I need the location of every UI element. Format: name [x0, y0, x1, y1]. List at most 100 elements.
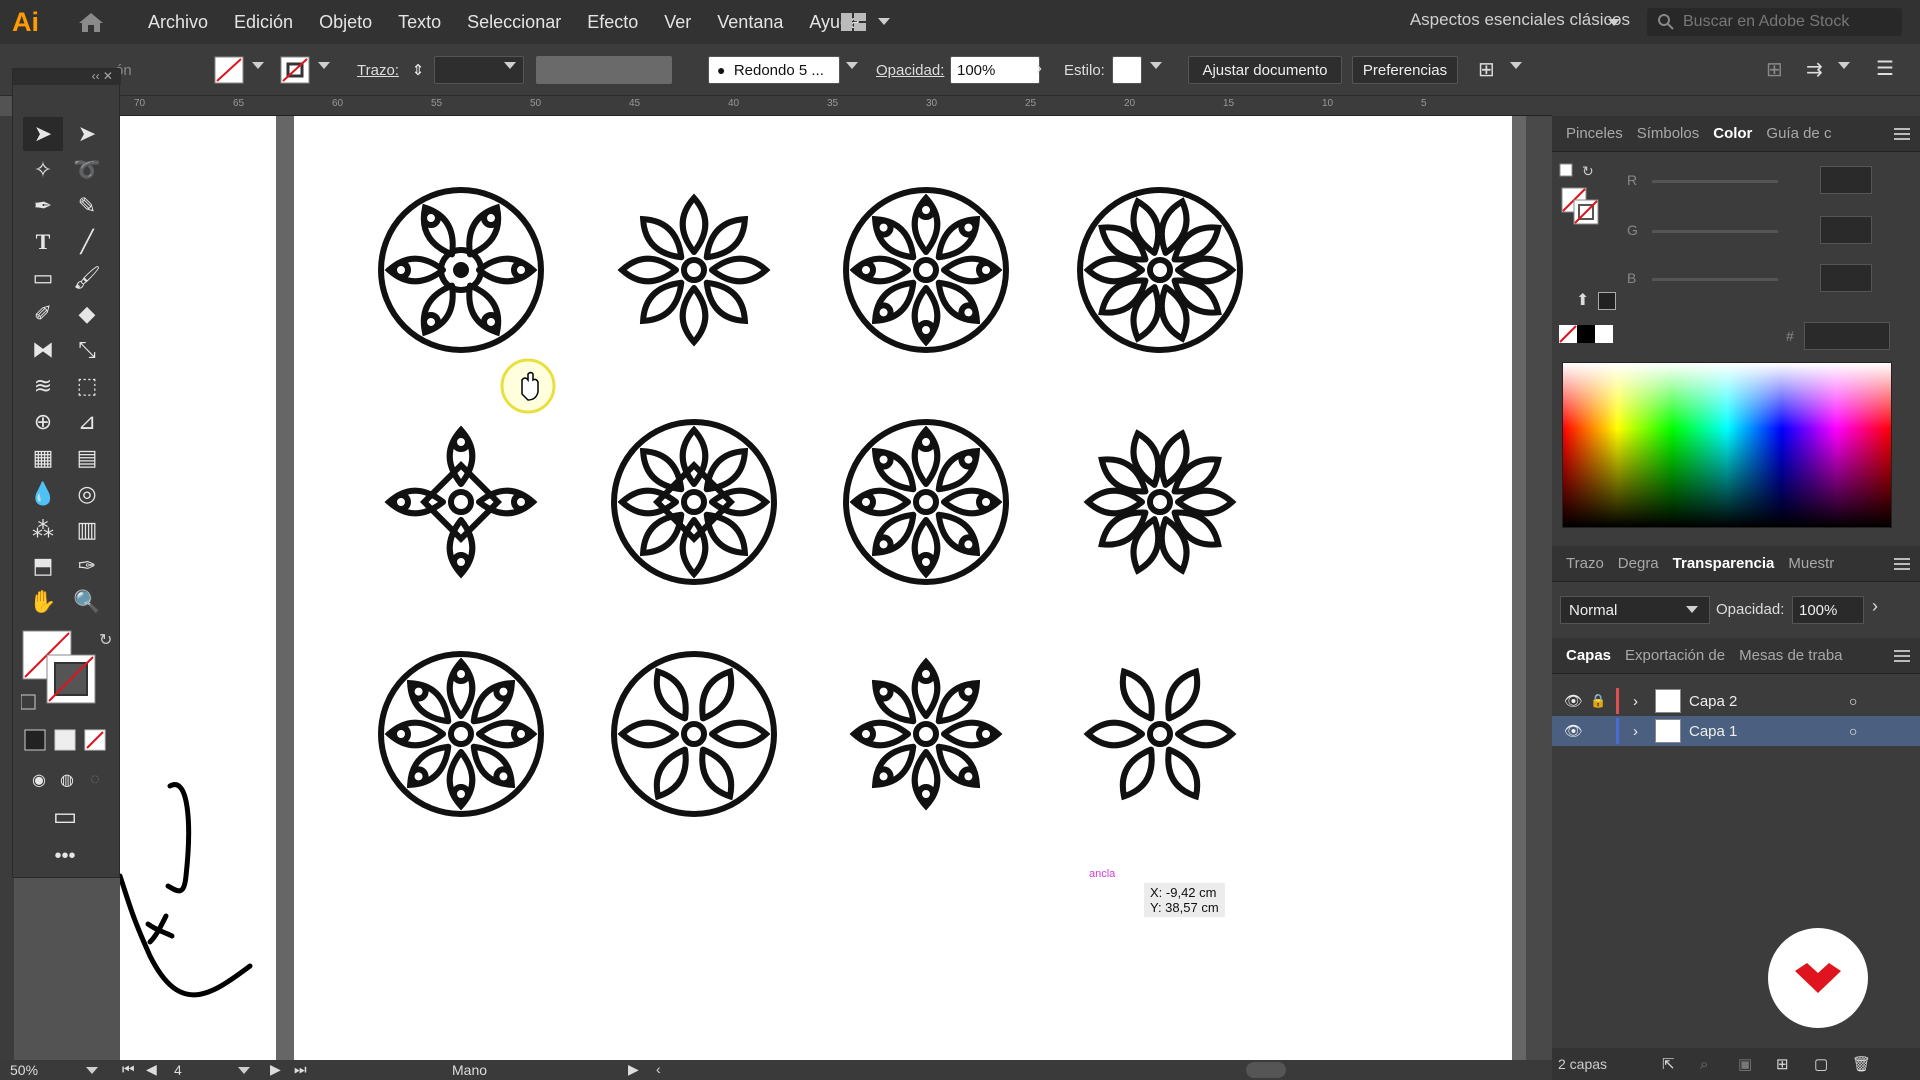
menu-seleccionar[interactable]: Seleccionar: [467, 12, 561, 33]
chevron-down-icon[interactable]: [1838, 62, 1850, 69]
panel-menu-icon[interactable]: [1894, 650, 1910, 662]
artboard-main[interactable]: X: -9,42 cm Y: 38,57 cm ancla: [294, 116, 1512, 1060]
tab-transparencia[interactable]: Transparencia: [1673, 555, 1775, 572]
tab-trazo[interactable]: Trazo: [1566, 555, 1604, 572]
home-icon[interactable]: [74, 10, 108, 34]
first-artboard-icon[interactable]: ⏮: [122, 1061, 135, 1078]
free-transform-icon[interactable]: ⬚: [67, 369, 107, 403]
line-tool-icon[interactable]: ╱: [67, 225, 107, 259]
hand-tool-icon[interactable]: ✋: [23, 585, 63, 619]
preferences-button[interactable]: Preferencias: [1352, 56, 1458, 84]
layer-row[interactable]: 👁 › Capa 1 ○: [1552, 716, 1920, 746]
visibility-icon[interactable]: 👁: [1564, 692, 1590, 710]
artboard-left[interactable]: [117, 116, 276, 1060]
expand-arrow-icon[interactable]: ›: [1633, 723, 1655, 740]
arrange-documents-icon[interactable]: [840, 12, 868, 32]
layer-name[interactable]: Capa 2: [1689, 693, 1849, 710]
more-tools-icon[interactable]: •••: [45, 839, 85, 873]
next-artboard-icon[interactable]: ▶: [270, 1061, 281, 1078]
new-sublayer-icon[interactable]: ⊞: [1776, 1055, 1814, 1073]
chevron-down-icon[interactable]: [238, 1067, 250, 1074]
variable-width-profile[interactable]: [536, 56, 672, 84]
artboard-number[interactable]: 4: [174, 1062, 182, 1078]
eraser-icon[interactable]: ◆: [67, 297, 107, 331]
type-tool-icon[interactable]: T: [23, 225, 63, 259]
workspace-switcher[interactable]: Aspectos esenciales clásicos: [1410, 10, 1630, 30]
locate-object-icon[interactable]: ⌕: [1700, 1056, 1738, 1073]
tab-pinceles[interactable]: Pinceles: [1566, 125, 1623, 142]
stroke-swatch[interactable]: [280, 56, 310, 84]
visibility-icon[interactable]: 👁: [1564, 722, 1590, 740]
menu-edicion[interactable]: Edición: [234, 12, 293, 33]
vertical-scrollbar[interactable]: [1526, 116, 1552, 1060]
fill-none-swatch[interactable]: [214, 56, 244, 84]
out-of-gamut-icon[interactable]: ⬆: [1576, 290, 1589, 310]
tab-exportacion[interactable]: Exportación de: [1625, 647, 1725, 664]
menu-archivo[interactable]: Archivo: [148, 12, 208, 33]
menu-icon[interactable]: ☰: [1876, 56, 1894, 81]
make-clipping-mask-icon[interactable]: ▣: [1738, 1055, 1776, 1073]
artboard-tool-icon[interactable]: ⬒: [23, 549, 63, 583]
chevron-down-icon[interactable]: [252, 62, 264, 69]
target-icon[interactable]: ○: [1849, 693, 1857, 709]
magic-wand-icon[interactable]: ✧: [23, 153, 63, 187]
tab-degradado[interactable]: Degra: [1618, 555, 1659, 572]
last-artboard-icon[interactable]: ⏭: [294, 1061, 307, 1078]
blend-tool-icon[interactable]: ◎: [67, 477, 107, 511]
zoom-tool-icon[interactable]: 🔍: [67, 585, 107, 619]
g-slider[interactable]: [1652, 230, 1778, 233]
chevron-down-icon[interactable]: [1150, 62, 1162, 69]
reflect-tool-icon[interactable]: ⧓: [23, 333, 63, 367]
style-swatch[interactable]: [1112, 56, 1142, 84]
transparency-opacity-input[interactable]: 100%: [1792, 596, 1864, 624]
tab-color[interactable]: Color: [1713, 125, 1752, 142]
stroke-label[interactable]: Trazo:: [357, 62, 399, 79]
zoom-level[interactable]: 50%: [10, 1062, 38, 1078]
paintbrush-icon[interactable]: 🖌: [67, 261, 107, 295]
menu-objeto[interactable]: Objeto: [319, 12, 372, 33]
brush-definition[interactable]: ● Redondo 5 ...: [708, 56, 840, 84]
shape-builder-icon[interactable]: ⊕: [23, 405, 63, 439]
export-icon[interactable]: ⇱: [1662, 1055, 1700, 1073]
b-input[interactable]: [1820, 264, 1872, 292]
chevron-down-icon[interactable]: [1510, 62, 1522, 69]
symbol-sprayer-icon[interactable]: ⁂: [23, 513, 63, 547]
slice-tool-icon[interactable]: ✑: [67, 549, 107, 583]
rectangle-tool-icon[interactable]: ▭: [23, 261, 63, 295]
layer-name[interactable]: Capa 1: [1689, 723, 1849, 740]
g-input[interactable]: [1820, 216, 1872, 244]
chevron-down-icon[interactable]: [846, 62, 858, 69]
chevron-down-icon[interactable]: [86, 1067, 98, 1074]
opacity-input[interactable]: 100%: [950, 56, 1040, 84]
previous-artboard-icon[interactable]: ◀: [146, 1061, 157, 1078]
curvature-tool-icon[interactable]: ✎: [67, 189, 107, 223]
tools-header[interactable]: ‹‹ ✕: [13, 69, 121, 85]
stroke-weight-stepper[interactable]: ⇕: [410, 56, 426, 84]
tab-guia[interactable]: Guía de c: [1766, 125, 1831, 142]
color-mode-icons[interactable]: [21, 727, 115, 753]
fit-document-button[interactable]: Ajustar documento: [1188, 56, 1342, 84]
none-black-white-swatches[interactable]: [1558, 324, 1614, 344]
panel-menu-icon[interactable]: [1894, 558, 1910, 570]
align-icon[interactable]: ⊞: [1478, 57, 1495, 82]
target-icon[interactable]: ○: [1849, 723, 1857, 739]
stroke-weight-input[interactable]: [434, 56, 524, 84]
selection-tool-icon[interactable]: ➤: [23, 117, 63, 151]
draw-inside-icon[interactable]: ◌: [75, 763, 115, 797]
chevron-down-icon[interactable]: [1686, 606, 1698, 613]
screen-mode-icon[interactable]: ▭: [45, 799, 85, 833]
stock-search-input[interactable]: Buscar en Adobe Stock: [1647, 8, 1902, 36]
width-tool-icon[interactable]: ≋: [23, 369, 63, 403]
tab-capas[interactable]: Capas: [1566, 647, 1611, 664]
canvas[interactable]: X: -9,42 cm Y: 38,57 cm ancla: [117, 116, 1552, 1060]
lock-icon[interactable]: 🔒: [1590, 693, 1616, 709]
panel-menu-icon[interactable]: [1894, 128, 1910, 140]
graph-tool-icon[interactable]: ▥: [67, 513, 107, 547]
grid-icon[interactable]: ⊞: [1766, 57, 1783, 82]
scale-tool-icon[interactable]: ⤡: [67, 333, 107, 367]
hex-input[interactable]: [1804, 322, 1890, 350]
lasso-icon[interactable]: ➰: [67, 153, 107, 187]
web-safe-swatch[interactable]: [1598, 292, 1616, 310]
tab-simbolos[interactable]: Símbolos: [1637, 125, 1700, 142]
trash-icon[interactable]: 🗑: [1852, 1055, 1890, 1073]
